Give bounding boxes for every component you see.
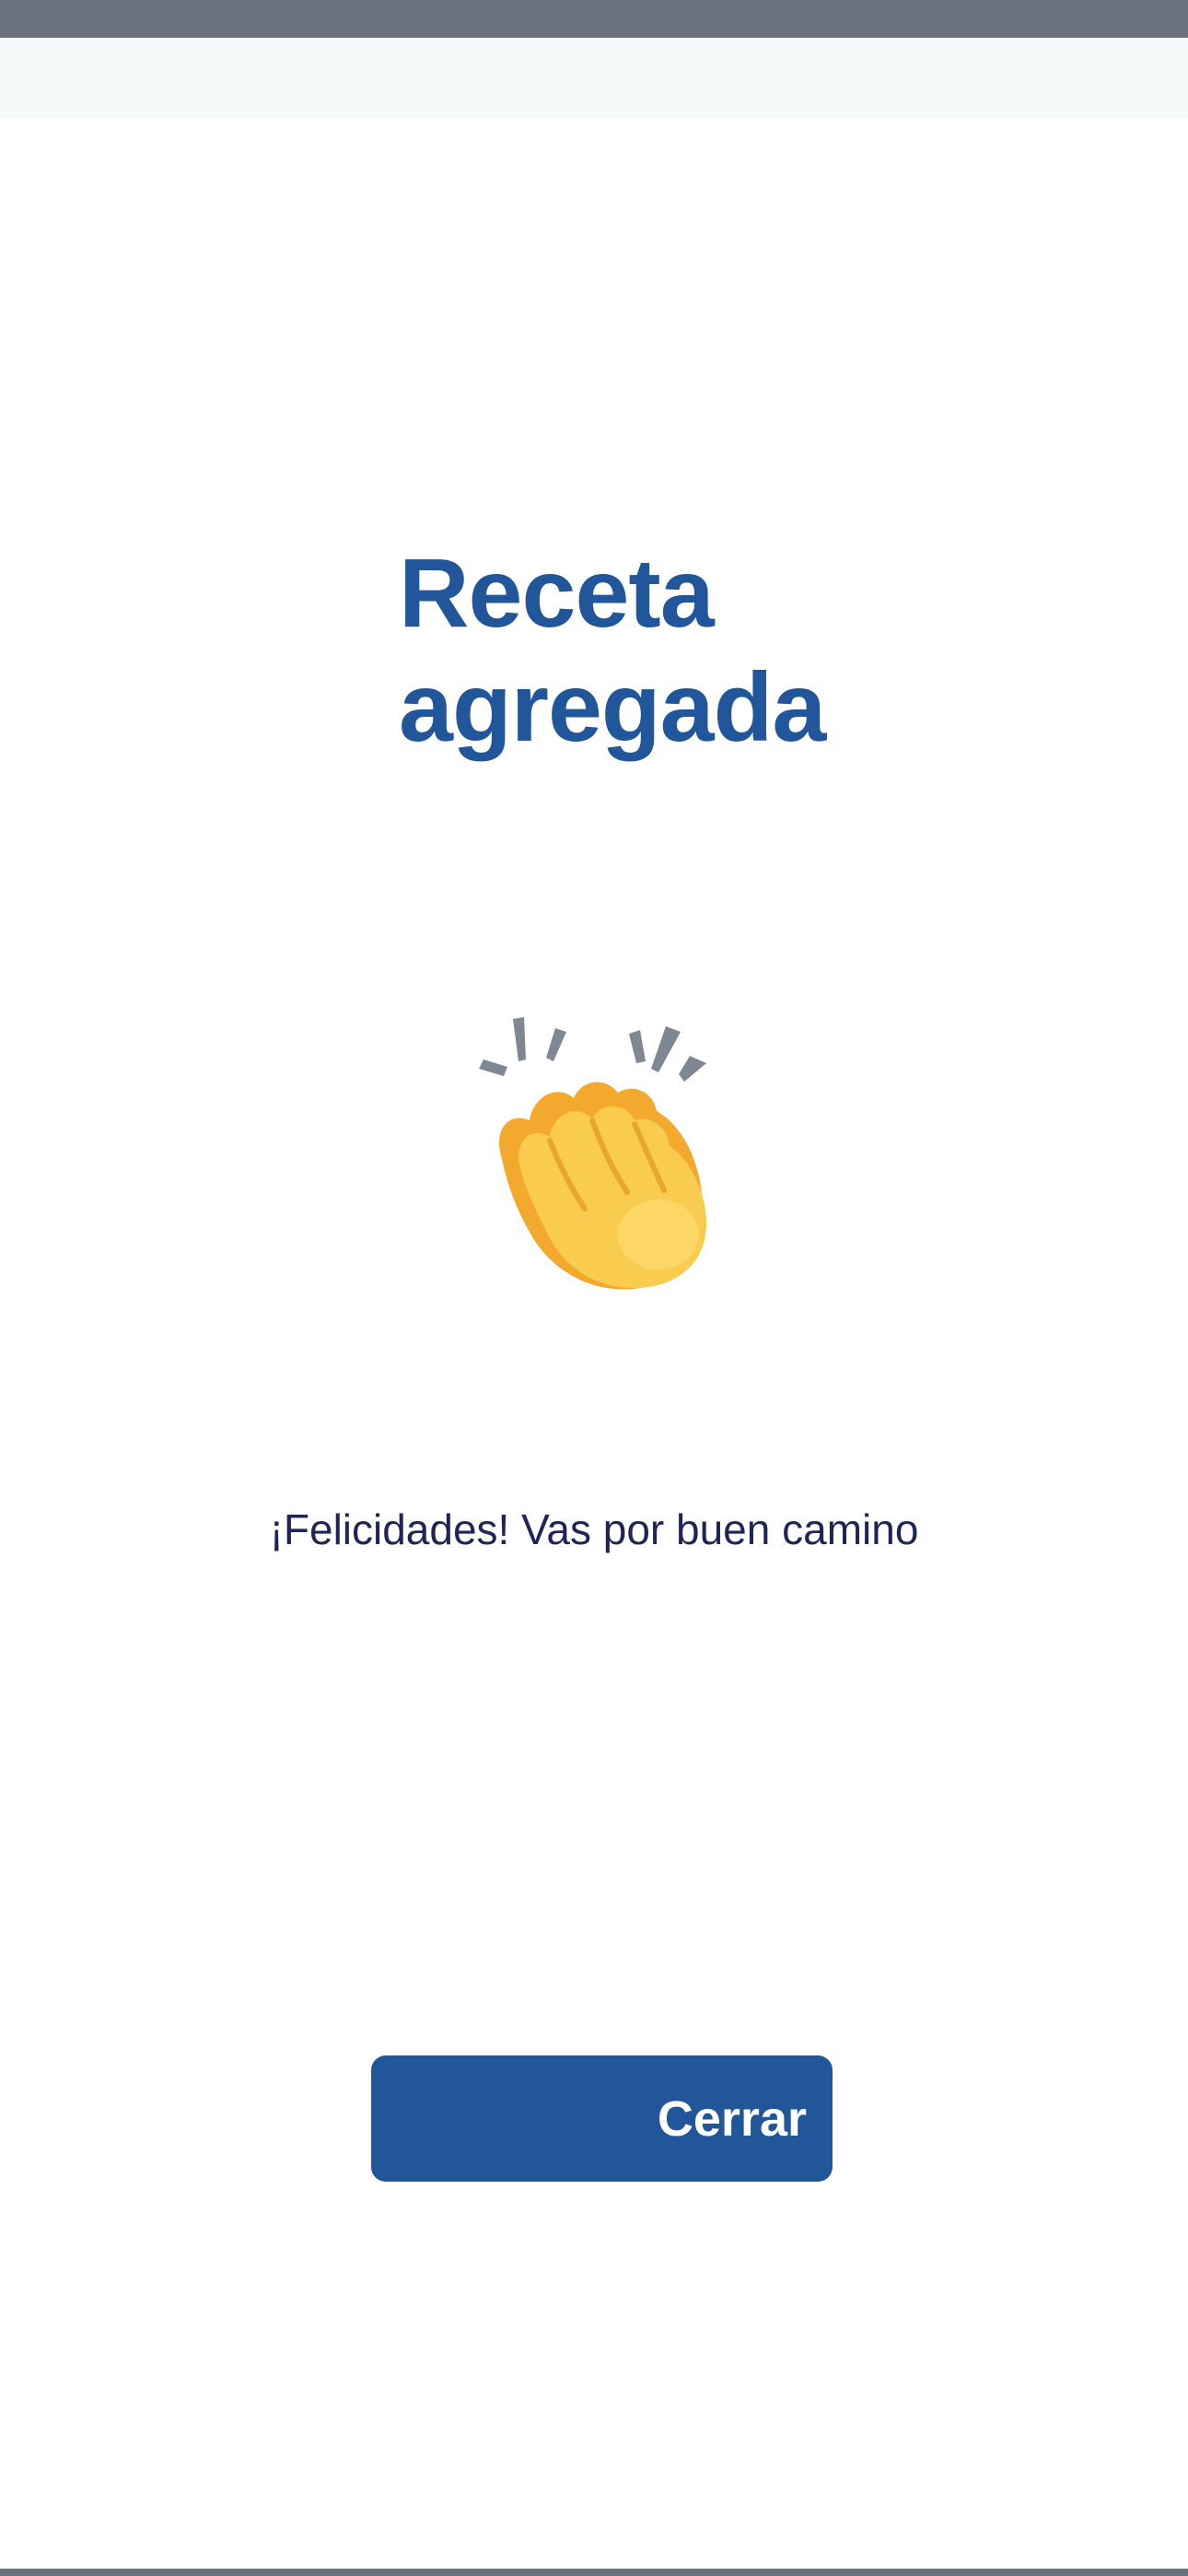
page-title: Receta agregada (399, 536, 914, 765)
title-line-2: agregada (399, 653, 826, 762)
congrats-message: ¡Felicidades! Vas por buen camino (269, 1505, 919, 1553)
home-indicator-bar (0, 2569, 1188, 2576)
status-bar (0, 0, 1188, 38)
close-button[interactable]: Cerrar (371, 2055, 833, 2182)
top-strip (0, 38, 1188, 117)
clapping-hands-icon (479, 1017, 706, 1290)
recipe-added-screen: Receta agregada ¡Felicidades! Vas por bu… (0, 0, 1188, 2576)
title-line-1: Receta (399, 539, 715, 648)
